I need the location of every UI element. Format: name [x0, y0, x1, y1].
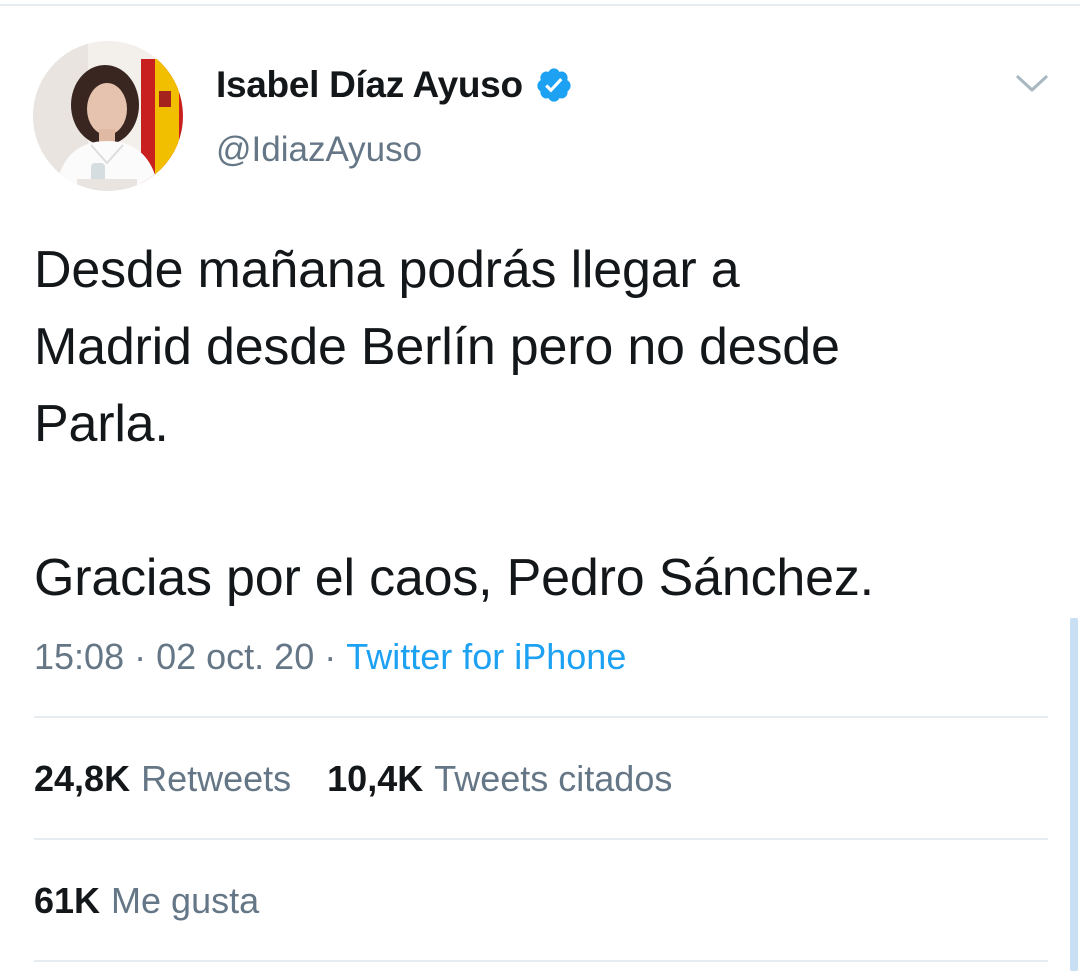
- likes-stats-row: 61K Me gusta: [34, 880, 295, 922]
- divider: [34, 960, 1048, 962]
- tweet-date[interactable]: 02 oct. 20: [156, 636, 314, 677]
- tweet-source-link[interactable]: Twitter for iPhone: [346, 636, 626, 677]
- meta-separator: ·: [324, 636, 337, 677]
- scrollbar[interactable]: [1070, 618, 1078, 971]
- retweets-stat[interactable]: 24,8K Retweets: [34, 758, 291, 800]
- likes-count: 61K: [34, 880, 101, 921]
- retweets-count: 24,8K: [34, 758, 131, 799]
- divider: [34, 716, 1048, 718]
- author-handle[interactable]: @IdiazAyuso: [216, 130, 422, 170]
- likes-stat[interactable]: 61K Me gusta: [34, 880, 259, 922]
- top-divider: [0, 4, 1080, 6]
- tweet-time[interactable]: 15:08: [34, 636, 124, 677]
- chevron-down-icon[interactable]: [1012, 66, 1052, 100]
- retweet-stats-row: 24,8K Retweets 10,4K Tweets citados: [34, 758, 708, 800]
- tweet-meta: 15:08 · 02 oct. 20 · Twitter for iPhone: [34, 636, 626, 678]
- verified-badge-icon: [535, 66, 573, 104]
- retweets-label: Retweets: [141, 758, 292, 799]
- tweet-text: Desde mañana podrás llegar a Madrid desd…: [34, 241, 874, 607]
- avatar[interactable]: [33, 41, 183, 191]
- author-display-name: Isabel Díaz Ayuso: [216, 64, 523, 105]
- quote-tweets-count: 10,4K: [327, 758, 424, 799]
- likes-label: Me gusta: [111, 880, 260, 921]
- meta-separator: ·: [134, 636, 147, 677]
- divider: [34, 838, 1048, 840]
- author-name-row[interactable]: Isabel Díaz Ayuso: [216, 60, 573, 110]
- quote-tweets-label: Tweets citados: [434, 758, 673, 799]
- quote-tweets-stat[interactable]: 10,4K Tweets citados: [327, 758, 672, 800]
- avatar-image: [33, 41, 183, 191]
